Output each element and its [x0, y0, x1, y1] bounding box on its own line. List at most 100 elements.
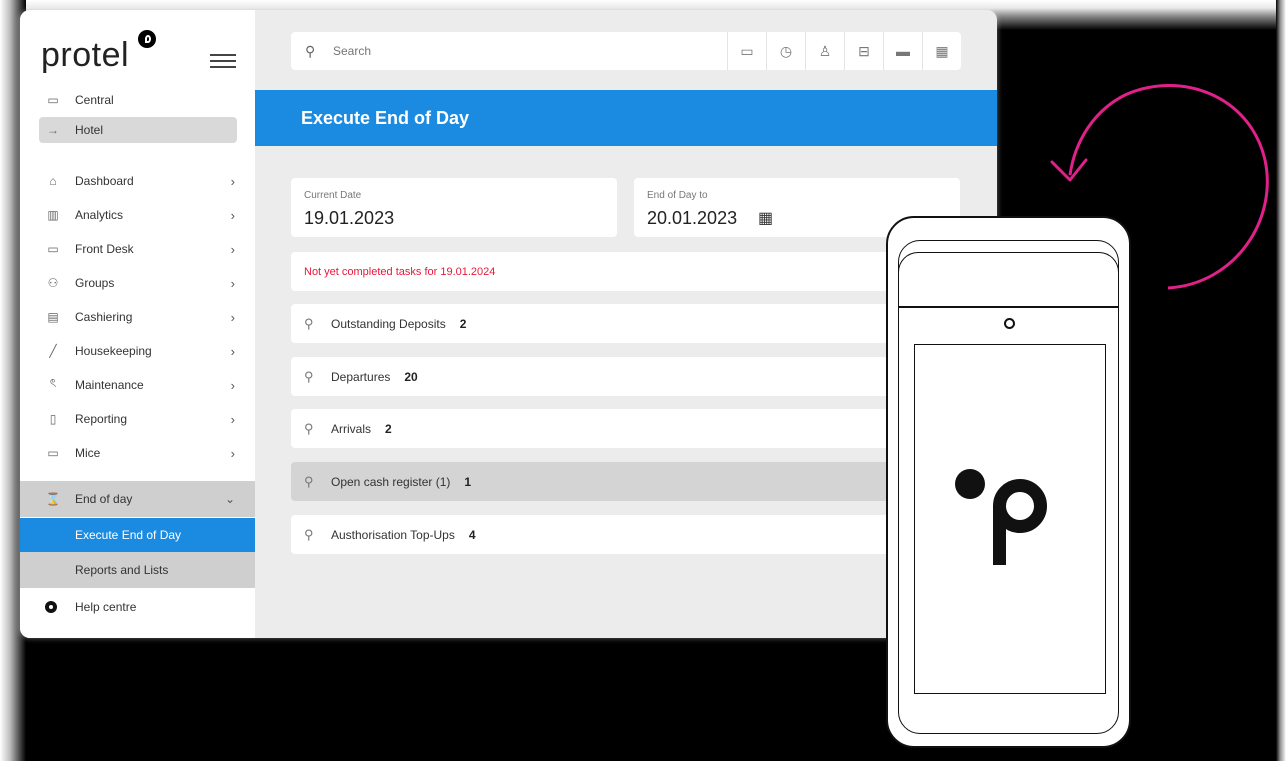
- sidebar-item-reporting[interactable]: ▯ Reporting ›: [39, 406, 237, 432]
- protel-logo-mark-icon: [138, 30, 156, 48]
- sidebar-item-maintenance[interactable]: ৎ Maintenance ›: [39, 372, 237, 398]
- chevron-right-icon: ›: [230, 445, 235, 461]
- task-count: 1: [464, 474, 472, 489]
- protel-p-logo-icon: [955, 465, 1070, 565]
- home-icon: ⌂: [49, 174, 57, 188]
- scope-item-central[interactable]: ▭ Central: [39, 87, 237, 113]
- search-icon: ⚲: [304, 473, 314, 489]
- sidebar-item-label: End of day: [75, 492, 133, 506]
- bar-chart-icon: ▥: [47, 208, 59, 222]
- sidebar-subitem-execute-end-of-day[interactable]: Execute End of Day: [20, 518, 255, 552]
- chevron-right-icon: ›: [230, 207, 235, 223]
- sidebar-item-label: Housekeeping: [75, 344, 152, 358]
- sidebar-item-label: Maintenance: [75, 378, 144, 392]
- sidebar: protel ▭ Central → Hotel ⌂ Dashboard › ▥…: [20, 10, 255, 638]
- sidebar-item-front-desk[interactable]: ▭ Front Desk ›: [39, 236, 237, 262]
- chevron-right-icon: ›: [230, 377, 235, 393]
- task-label: Arrivals: [331, 421, 372, 436]
- briefcase-icon[interactable]: ⊟: [844, 32, 883, 70]
- toolbar: ▭ ◷ ♙ ⊟ ▬ ▦: [727, 32, 961, 70]
- laptop-icon: ▭: [47, 242, 59, 256]
- chevron-right-icon: ›: [230, 411, 235, 427]
- help-centre-label: Help centre: [75, 600, 137, 614]
- hourglass-icon: ⌛: [45, 492, 61, 506]
- camera-icon: [1004, 318, 1015, 329]
- task-count: 2: [459, 316, 467, 331]
- chevron-right-icon: ›: [230, 343, 235, 359]
- menu-toggle-button[interactable]: [210, 54, 236, 68]
- task-label: Outstanding Deposits: [331, 316, 446, 331]
- end-of-day-to-label: End of Day to: [647, 190, 708, 201]
- sidebar-item-cashiering[interactable]: ▤ Cashiering ›: [39, 304, 237, 330]
- sidebar-item-dashboard[interactable]: ⌂ Dashboard ›: [39, 168, 237, 194]
- sidebar-item-analytics[interactable]: ▥ Analytics ›: [39, 202, 237, 228]
- arrow-right-icon: →: [47, 123, 59, 137]
- warning-text: Not yet completed tasks for 19.01.2024: [304, 265, 496, 278]
- search-icon: ⚲: [305, 42, 316, 59]
- current-date-label: Current Date: [304, 190, 362, 201]
- document-icon: ▯: [49, 412, 57, 426]
- sidebar-item-label: Groups: [75, 276, 115, 290]
- search-icon: ⚲: [304, 526, 314, 542]
- help-icon: [45, 601, 57, 613]
- folder-icon: ▭: [47, 93, 59, 107]
- sidebar-item-label: Mice: [75, 446, 101, 460]
- sidebar-subitem-label: Execute End of Day: [75, 528, 182, 542]
- protel-logo: protel: [41, 36, 130, 74]
- search-input[interactable]: [331, 43, 705, 59]
- clock-icon[interactable]: ◷: [766, 32, 805, 70]
- sidebar-item-groups[interactable]: ⚇ Groups ›: [39, 270, 237, 296]
- protel-app-window: protel ▭ Central → Hotel ⌂ Dashboard › ▥…: [20, 10, 997, 638]
- sidebar-item-label: Dashboard: [75, 174, 134, 188]
- sidebar-item-label: Front Desk: [75, 242, 134, 256]
- search-icon: ⚲: [304, 368, 314, 384]
- sidebar-item-label: Reporting: [75, 412, 128, 426]
- user-icon[interactable]: ♙: [805, 32, 844, 70]
- scope-item-label: Hotel: [75, 123, 104, 137]
- cash-register-icon: ▤: [47, 310, 59, 324]
- device-screen: [914, 344, 1106, 694]
- search-icon: ⚲: [304, 420, 314, 436]
- chevron-right-icon: ›: [230, 275, 235, 291]
- task-count: 4: [468, 527, 476, 542]
- hamburger-line: [210, 60, 236, 62]
- sidebar-item-label: Cashiering: [75, 310, 133, 324]
- current-date-field: Current Date 19.01.2023: [291, 178, 617, 237]
- scope-item-label: Central: [75, 93, 114, 107]
- logo-bowl: [993, 479, 1047, 533]
- sidebar-item-housekeeping[interactable]: ╱ Housekeeping ›: [39, 338, 237, 364]
- sidebar-item-mice[interactable]: ▭ Mice ›: [39, 440, 237, 466]
- device-receipt-slot: [898, 252, 1119, 308]
- groups-icon: ⚇: [47, 276, 59, 290]
- help-centre-link[interactable]: Help centre: [39, 600, 136, 614]
- sidebar-item-label: Analytics: [75, 208, 124, 222]
- chevron-down-icon: ⌄: [224, 492, 235, 506]
- logo-dot: [955, 469, 985, 499]
- task-count: 20: [404, 369, 418, 384]
- page-title: Execute End of Day: [301, 107, 470, 128]
- sidebar-subitem-label: Reports and Lists: [75, 563, 169, 577]
- broom-icon: ╱: [49, 344, 57, 358]
- scope-item-hotel[interactable]: → Hotel: [39, 117, 237, 143]
- card-icon[interactable]: ▬: [883, 32, 922, 70]
- calendar-grid-icon[interactable]: ▦: [922, 32, 961, 70]
- sidebar-subitem-reports-and-lists[interactable]: Reports and Lists: [20, 552, 255, 588]
- calendar-icon[interactable]: ▦: [758, 208, 773, 228]
- presentation-icon: ▭: [47, 446, 59, 460]
- task-count: 2: [385, 421, 392, 436]
- monitor-icon[interactable]: ▭: [727, 32, 766, 70]
- task-label: Austhorisation Top-Ups: [331, 527, 455, 542]
- chevron-right-icon: ›: [230, 241, 235, 257]
- hamburger-line: [210, 54, 236, 56]
- search-bar: ⚲ ▭ ◷ ♙ ⊟ ▬ ▦: [291, 32, 961, 70]
- chevron-right-icon: ›: [230, 309, 235, 325]
- page-header: Execute End of Day: [255, 90, 997, 146]
- task-label: Open cash register (1): [331, 474, 451, 489]
- hamburger-line: [210, 66, 236, 68]
- chevron-right-icon: ›: [230, 173, 235, 189]
- payment-terminal-device: [886, 216, 1131, 748]
- end-of-day-to-value: 20.01.2023: [647, 208, 738, 228]
- sidebar-item-end-of-day[interactable]: ⌛ End of day ⌄: [20, 481, 255, 517]
- search-icon: ⚲: [304, 315, 314, 331]
- wrench-icon: ৎ: [49, 376, 57, 390]
